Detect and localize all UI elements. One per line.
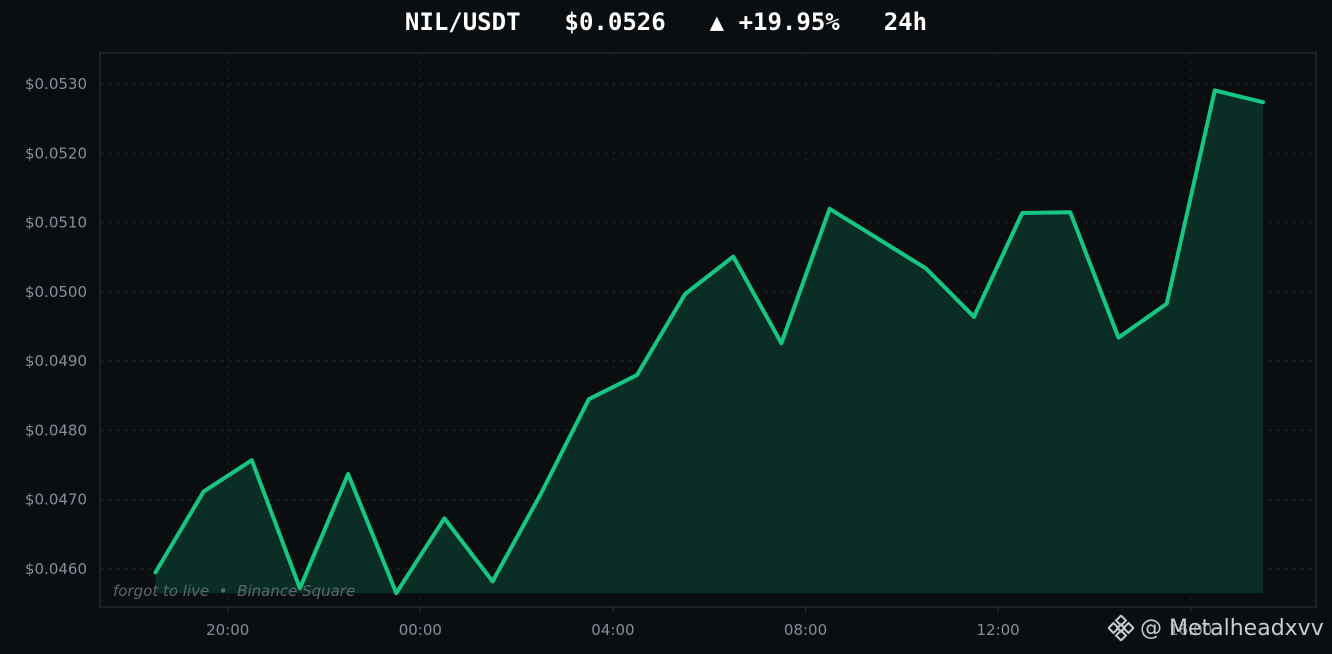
y-tick-label: $0.0520	[25, 144, 87, 162]
watermark-text: @ Metalheadxvv	[1140, 615, 1324, 641]
y-tick-label: $0.0500	[25, 283, 87, 301]
price-point	[1213, 88, 1217, 92]
y-axis-ticks: $0.0460 $0.0470 $0.0480 $0.0490 $0.0500 $0.05…	[25, 75, 87, 578]
price-point	[491, 579, 495, 583]
x-axis-ticks: 20:00 00:00 04:00 08:00 12:00 16:00	[206, 607, 1212, 639]
price-point	[1165, 302, 1169, 306]
y-tick-label: $0.0490	[25, 352, 87, 370]
price-point	[1020, 211, 1024, 215]
watermark: @ Metalheadxvv	[1108, 612, 1324, 644]
price-point	[924, 266, 928, 270]
price-chart: $0.0460 $0.0470 $0.0480 $0.0490 $0.0500 $0.05…	[25, 52, 1317, 639]
price-point	[394, 591, 398, 595]
price-point	[250, 458, 254, 462]
y-tick-label: $0.0480	[25, 421, 87, 439]
x-tick-label: 12:00	[977, 621, 1020, 639]
price-point	[154, 570, 157, 574]
x-tick-label: 08:00	[784, 621, 827, 639]
price-point	[1068, 210, 1072, 214]
y-tick-label: $0.0530	[25, 75, 87, 93]
price-point	[828, 207, 832, 211]
x-tick-label: 04:00	[591, 621, 634, 639]
price-point	[1261, 100, 1265, 104]
price-point	[972, 315, 976, 319]
price-point	[587, 397, 591, 401]
price-point	[202, 489, 206, 493]
price-point	[635, 373, 639, 377]
price-point	[346, 472, 350, 476]
credit-text: forgot to live • Binance Square	[113, 582, 355, 600]
binance-logo-icon	[1108, 615, 1134, 641]
price-point	[779, 341, 783, 345]
price-point	[442, 516, 446, 520]
x-tick-label: 20:00	[206, 621, 249, 639]
y-tick-label: $0.0510	[25, 214, 87, 232]
y-tick-label: $0.0470	[25, 491, 87, 509]
price-point	[876, 237, 880, 241]
y-tick-label: $0.0460	[25, 560, 87, 578]
price-point	[1117, 336, 1120, 340]
x-tick-label: 00:00	[399, 621, 442, 639]
price-point	[683, 292, 687, 296]
price-point	[731, 255, 735, 259]
price-point	[539, 492, 543, 496]
